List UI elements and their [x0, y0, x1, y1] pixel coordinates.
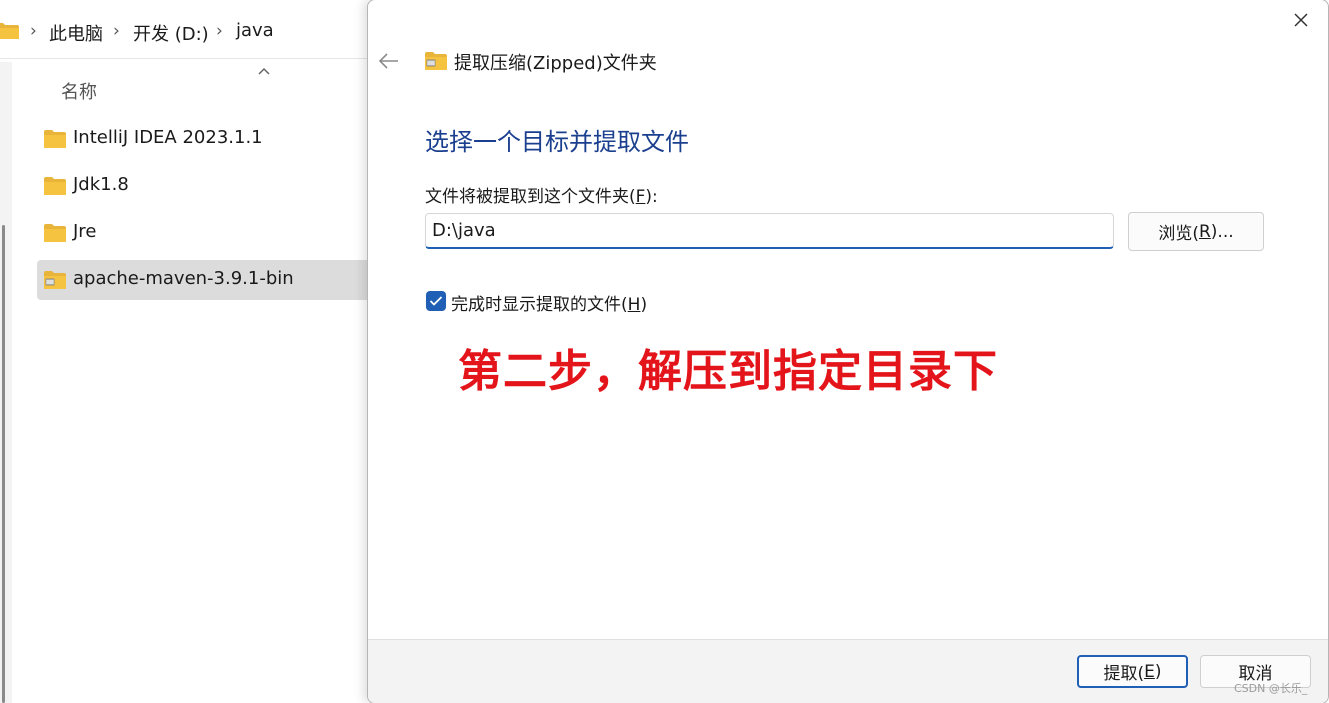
divider	[0, 58, 380, 59]
zip-folder-icon	[425, 52, 447, 70]
file-row-selected[interactable]: apache-maven-3.9.1-bin	[37, 260, 380, 300]
close-icon	[1294, 13, 1308, 27]
file-name: Jdk1.8	[73, 174, 129, 195]
breadcrumb-this-pc[interactable]: 此电脑	[49, 20, 103, 46]
file-row[interactable]: Jdk1.8	[37, 166, 380, 206]
file-row[interactable]: IntelliJ IDEA 2023.1.1	[37, 119, 380, 159]
extract-zip-dialog: 提取压缩(Zipped)文件夹 选择一个目标并提取文件 文件将被提取到这个文件夹…	[367, 0, 1329, 703]
breadcrumb-java[interactable]: java	[236, 20, 274, 41]
file-explorer: › 此电脑 › 开发 (D:) › java 名称 IntelliJ IDEA …	[0, 0, 380, 703]
file-name: IntelliJ IDEA 2023.1.1	[73, 127, 263, 148]
dialog-title: 提取压缩(Zipped)文件夹	[454, 53, 657, 74]
chevron-right-icon: ›	[216, 21, 223, 41]
page-heading: 选择一个目标并提取文件	[425, 128, 689, 156]
destination-path-input[interactable]	[425, 213, 1114, 249]
destination-label: 文件将被提取到这个文件夹(F):	[425, 187, 658, 207]
column-header-name[interactable]: 名称	[61, 78, 97, 104]
watermark: CSDN @长乐_	[1234, 682, 1308, 695]
address-bar[interactable]: › 此电脑 › 开发 (D:) › java	[0, 0, 380, 62]
annotation-text: 第二步，解压到指定目录下	[458, 346, 998, 397]
arrow-left-icon	[378, 53, 398, 69]
scrollbar[interactable]	[2, 225, 5, 703]
back-button[interactable]	[374, 48, 404, 74]
file-row[interactable]: Jre	[37, 213, 380, 253]
folder-icon	[0, 23, 19, 39]
folder-icon	[44, 177, 66, 195]
chevron-right-icon: ›	[30, 21, 37, 41]
file-name: Jre	[73, 221, 97, 242]
breadcrumb-drive-d[interactable]: 开发 (D:)	[133, 20, 209, 46]
file-name: apache-maven-3.9.1-bin	[73, 268, 294, 289]
zip-folder-icon	[44, 271, 66, 289]
folder-icon	[44, 130, 66, 148]
show-extracted-files-label[interactable]: 完成时显示提取的文件(H)	[451, 290, 647, 315]
show-extracted-files-checkbox[interactable]	[426, 291, 446, 311]
checkmark-icon	[429, 296, 443, 306]
browse-button[interactable]: 浏览(R)...	[1128, 212, 1264, 251]
dialog-footer: 提取(E) 取消	[368, 639, 1328, 703]
sort-ascending-icon[interactable]	[256, 64, 272, 78]
folder-icon	[44, 224, 66, 242]
chevron-right-icon: ›	[113, 21, 120, 41]
close-button[interactable]	[1283, 2, 1319, 38]
extract-button[interactable]: 提取(E)	[1077, 655, 1188, 688]
